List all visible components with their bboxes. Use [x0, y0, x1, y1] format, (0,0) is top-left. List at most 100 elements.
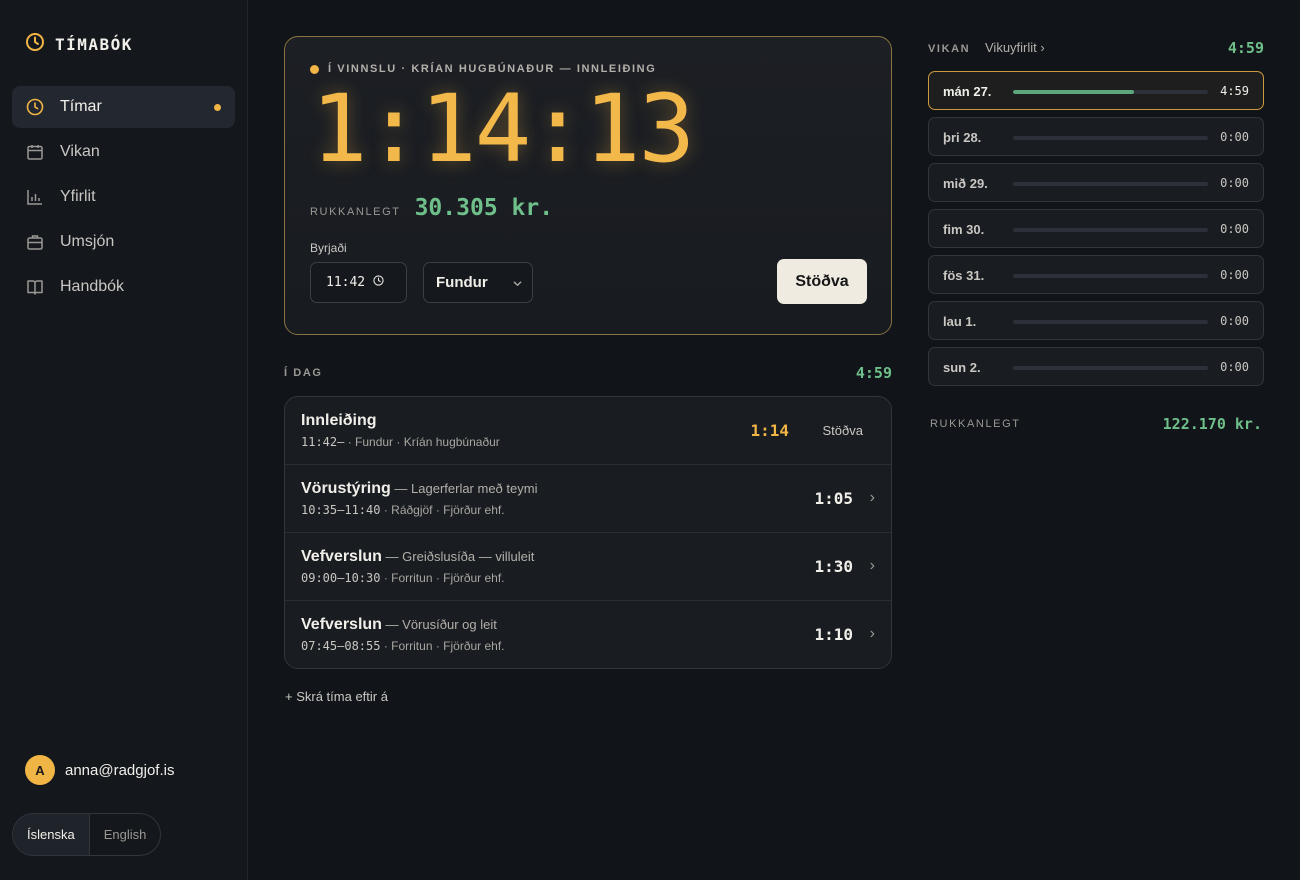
entry-time-range: 10:35–11:40 [301, 503, 381, 517]
entry-project: Innleiðing [301, 412, 377, 429]
day-progress-bar [1013, 320, 1208, 324]
week-total: 4:59 [1227, 39, 1264, 57]
entry-stop-button[interactable]: Stöðva [823, 423, 863, 438]
day-progress-bar [1013, 136, 1208, 140]
elapsed-time: 1:14:13 [311, 75, 695, 184]
day-total: 0:00 [1220, 268, 1249, 282]
day-name: mið 29. [943, 176, 988, 191]
today-label: Í DAG [284, 367, 323, 379]
list-item[interactable]: Vefverslun — Greiðslusíða — villuleit 09… [285, 533, 891, 601]
day-progress-bar [1013, 228, 1208, 232]
day-progress-fill [1013, 90, 1134, 94]
avatar: A [25, 755, 55, 785]
day-total: 0:00 [1220, 176, 1249, 190]
day-name: mán 27. [943, 84, 992, 99]
day-progress-bar [1013, 366, 1208, 370]
entry-title: Vefverslun — Vörusíður og leit [301, 616, 497, 634]
today-header: Í DAG 4:59 [284, 364, 892, 382]
entry-title: Innleiðing [301, 412, 377, 430]
day-row[interactable]: þri 28. 0:00 [928, 117, 1264, 156]
sidebar-item-yfirlit[interactable]: Yfirlit [12, 176, 235, 218]
sidebar-item-label: Yfirlit [60, 188, 96, 205]
day-row[interactable]: sun 2. 0:00 [928, 347, 1264, 386]
billable-amount: 30.305 kr. [414, 195, 554, 221]
list-item[interactable]: Vefverslun — Vörusíður og leit 07:45–08:… [285, 601, 891, 668]
entry-meta: 11:42– · Fundur · Kríán hugbúnaður [301, 435, 500, 449]
billable-row: RUKKANLEGT 30.305 kr. [310, 195, 553, 221]
entry-description: — Greiðslusíða — villuleit [381, 549, 535, 564]
week-billable-amount: 122.170 kr. [1162, 415, 1262, 433]
day-row[interactable]: fös 31. 0:00 [928, 255, 1264, 294]
week-days-list: mán 27. 4:59 þri 28. 0:00 mið 29. 0:00 f… [928, 71, 1264, 393]
entry-details: · Fundur · Kríán hugbúnaður [344, 435, 500, 449]
day-row[interactable]: mán 27. 4:59 [928, 71, 1264, 110]
user-account[interactable]: A anna@radgjof.is [25, 755, 174, 785]
entry-time-range: 09:00–10:30 [301, 571, 381, 585]
entry-description: — Vörusíður og leit [381, 617, 497, 632]
entry-duration: 1:30 [814, 557, 853, 576]
category-value: Fundur [436, 274, 488, 291]
today-entries-list: Innleiðing 11:42– · Fundur · Kríán hugbú… [284, 396, 892, 669]
day-total: 0:00 [1220, 314, 1249, 328]
entry-project: Vefverslun [301, 548, 382, 565]
today-total: 4:59 [855, 364, 892, 382]
sidebar-item-handbok[interactable]: Handbók [12, 266, 235, 308]
day-row[interactable]: lau 1. 0:00 [928, 301, 1264, 340]
running-status-dot [310, 64, 319, 74]
sidebar-item-timar[interactable]: Tímar [12, 86, 235, 128]
entry-description: — Lagerferlar með teymi [390, 481, 538, 496]
entry-project: Vörustýring [301, 480, 391, 497]
day-total: 4:59 [1220, 84, 1249, 98]
lang-option-icelandic[interactable]: Íslenska [13, 814, 90, 855]
user-email: anna@radgjof.is [65, 761, 175, 779]
billable-label: RUKKANLEGT [310, 206, 401, 218]
entry-duration: 1:14 [750, 421, 789, 440]
chevron-right-icon: › [869, 625, 875, 642]
day-progress-bar [1013, 182, 1208, 186]
bar-chart-icon [26, 188, 44, 206]
chevron-right-icon: › [869, 489, 875, 506]
sidebar-item-label: Vikan [60, 143, 100, 160]
week-billable-row: RUKKANLEGT 122.170 kr. [930, 415, 1262, 433]
week-overview-link[interactable]: Vikuyfirlit › [985, 40, 1045, 55]
stop-timer-button[interactable]: Stöðva [777, 259, 867, 304]
active-indicator-dot [214, 104, 221, 111]
briefcase-icon [26, 233, 44, 251]
book-icon [26, 278, 44, 296]
sidebar-item-label: Umsjón [60, 233, 115, 250]
entry-duration: 1:05 [814, 489, 853, 508]
start-time-input[interactable]: 11:42 [310, 262, 407, 303]
clock-logo-icon [25, 32, 45, 57]
sidebar: TÍMABÓK Tímar Vikan Yfirlit Umsjón Handb… [0, 0, 248, 880]
day-row[interactable]: mið 29. 0:00 [928, 163, 1264, 202]
entry-meta: 09:00–10:30 · Forritun · Fjörður ehf. [301, 571, 505, 585]
sidebar-item-label: Handbók [60, 278, 125, 295]
calendar-icon [26, 143, 44, 161]
list-item[interactable]: Innleiðing 11:42– · Fundur · Kríán hugbú… [285, 397, 891, 465]
day-row[interactable]: fim 30. 0:00 [928, 209, 1264, 248]
add-time-later-link[interactable]: + Skrá tíma eftir á [285, 689, 388, 704]
day-progress-bar [1013, 90, 1208, 94]
sidebar-item-vikan[interactable]: Vikan [12, 131, 235, 173]
day-name: lau 1. [943, 314, 977, 329]
brand[interactable]: TÍMABÓK [25, 32, 133, 57]
day-name: fim 30. [943, 222, 985, 237]
week-billable-label: RUKKANLEGT [930, 418, 1021, 430]
lang-option-english[interactable]: English [90, 814, 161, 855]
day-progress-bar [1013, 274, 1208, 278]
started-label: Byrjaði [310, 241, 347, 255]
sidebar-item-label: Tímar [60, 98, 102, 115]
entry-project: Vefverslun [301, 616, 382, 633]
sidebar-item-umsjon[interactable]: Umsjón [12, 221, 235, 263]
entry-details: · Forritun · Fjörður ehf. [380, 571, 505, 585]
list-item[interactable]: Vörustýring — Lagerferlar með teymi 10:3… [285, 465, 891, 533]
sidebar-nav: Tímar Vikan Yfirlit Umsjón Handbók [12, 86, 235, 311]
app-name: TÍMABÓK [55, 35, 133, 54]
day-total: 0:00 [1220, 222, 1249, 236]
start-time-value: 11:42 [326, 275, 366, 290]
day-name: sun 2. [943, 360, 981, 375]
category-select[interactable]: Fundur [423, 262, 533, 303]
active-timer-card: Í VINNSLU · KRÍAN HUGBÚNAÐUR — INNLEIÐIN… [284, 36, 892, 335]
clock-small-icon [373, 275, 384, 290]
entry-meta: 07:45–08:55 · Forritun · Fjörður ehf. [301, 639, 505, 653]
